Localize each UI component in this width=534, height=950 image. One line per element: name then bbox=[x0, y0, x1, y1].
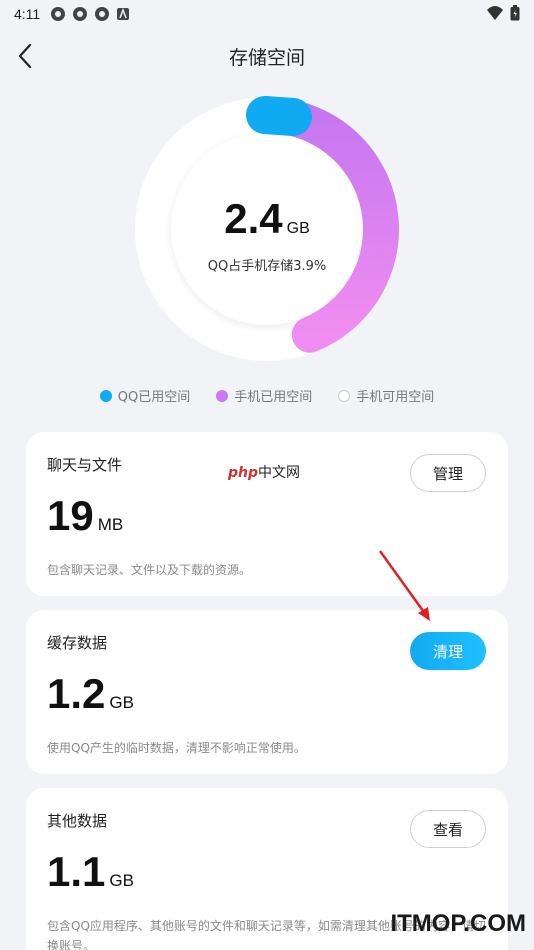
app-notification-icon bbox=[95, 7, 110, 21]
status-time: 4:11 bbox=[14, 6, 41, 22]
legend-dot bbox=[99, 389, 112, 402]
card-value-number: 1.2 bbox=[47, 670, 106, 717]
red-annotation-arrow-icon bbox=[378, 550, 430, 621]
legend-label: QQ已用空间 bbox=[117, 390, 191, 405]
watermark-suffix: 中文网 bbox=[258, 465, 301, 481]
clean-button[interactable]: 清理 bbox=[410, 632, 486, 670]
wifi-icon bbox=[487, 6, 503, 20]
legend-dot bbox=[216, 389, 229, 402]
app-notification-icon bbox=[73, 7, 88, 21]
legend-item-qq: QQ已用空间 bbox=[99, 386, 191, 405]
usage-caption: QQ占手机存储3.9% bbox=[207, 259, 327, 274]
legend-item-phone-free: 手机可用空间 bbox=[338, 386, 434, 405]
storage-donut-chart: 2.4 GB QQ占手机存储3.9% bbox=[133, 95, 401, 363]
card-value-unit: GB bbox=[109, 693, 134, 712]
view-button[interactable]: 查看 bbox=[410, 810, 486, 848]
total-usage-value: 2.4 GB bbox=[133, 195, 401, 243]
ring-center: 2.4 GB QQ占手机存储3.9% bbox=[133, 95, 401, 363]
a-notification-icon bbox=[117, 7, 130, 20]
card-value: 19 MB bbox=[47, 492, 123, 540]
battery-icon bbox=[510, 5, 520, 21]
manage-button[interactable]: 管理 bbox=[410, 454, 486, 492]
status-bar: 4:11 bbox=[0, 0, 534, 28]
card-value: 1.1 GB bbox=[47, 848, 134, 896]
php-cn-watermark-logo: php中文网 bbox=[228, 462, 300, 482]
legend-label: 手机已用空间 bbox=[234, 390, 313, 405]
total-usage-number: 2.4 bbox=[224, 195, 283, 242]
card-title: 缓存数据 bbox=[47, 634, 108, 652]
card-value-number: 1.1 bbox=[47, 848, 106, 895]
card-value-number: 19 bbox=[47, 492, 94, 539]
legend-dot bbox=[338, 389, 351, 402]
header: 存储空间 bbox=[0, 34, 534, 78]
app-notification-icon bbox=[51, 7, 66, 21]
card-value-unit: GB bbox=[109, 871, 134, 890]
card-value: 1.2 GB bbox=[47, 670, 134, 718]
card-description: 使用QQ产生的临时数据，清理不影响正常使用。 bbox=[47, 741, 306, 755]
watermark-brand: php bbox=[228, 465, 259, 481]
legend-item-phone-used: 手机已用空间 bbox=[216, 386, 312, 405]
card-value-unit: MB bbox=[97, 515, 124, 534]
total-usage-unit: GB bbox=[286, 220, 310, 237]
card-title: 其他数据 bbox=[47, 812, 108, 830]
itmop-watermark-logo: ITMOP.COM bbox=[390, 910, 526, 937]
legend-label: 手机可用空间 bbox=[356, 390, 435, 405]
page-title: 存储空间 bbox=[228, 47, 305, 69]
card-title: 聊天与文件 bbox=[47, 456, 123, 474]
cache-data-card: 缓存数据 1.2 GB 使用QQ产生的临时数据，清理不影响正常使用。 清理 bbox=[26, 610, 508, 774]
chart-legend: QQ已用空间 手机已用空间 手机可用空间 bbox=[0, 386, 534, 405]
